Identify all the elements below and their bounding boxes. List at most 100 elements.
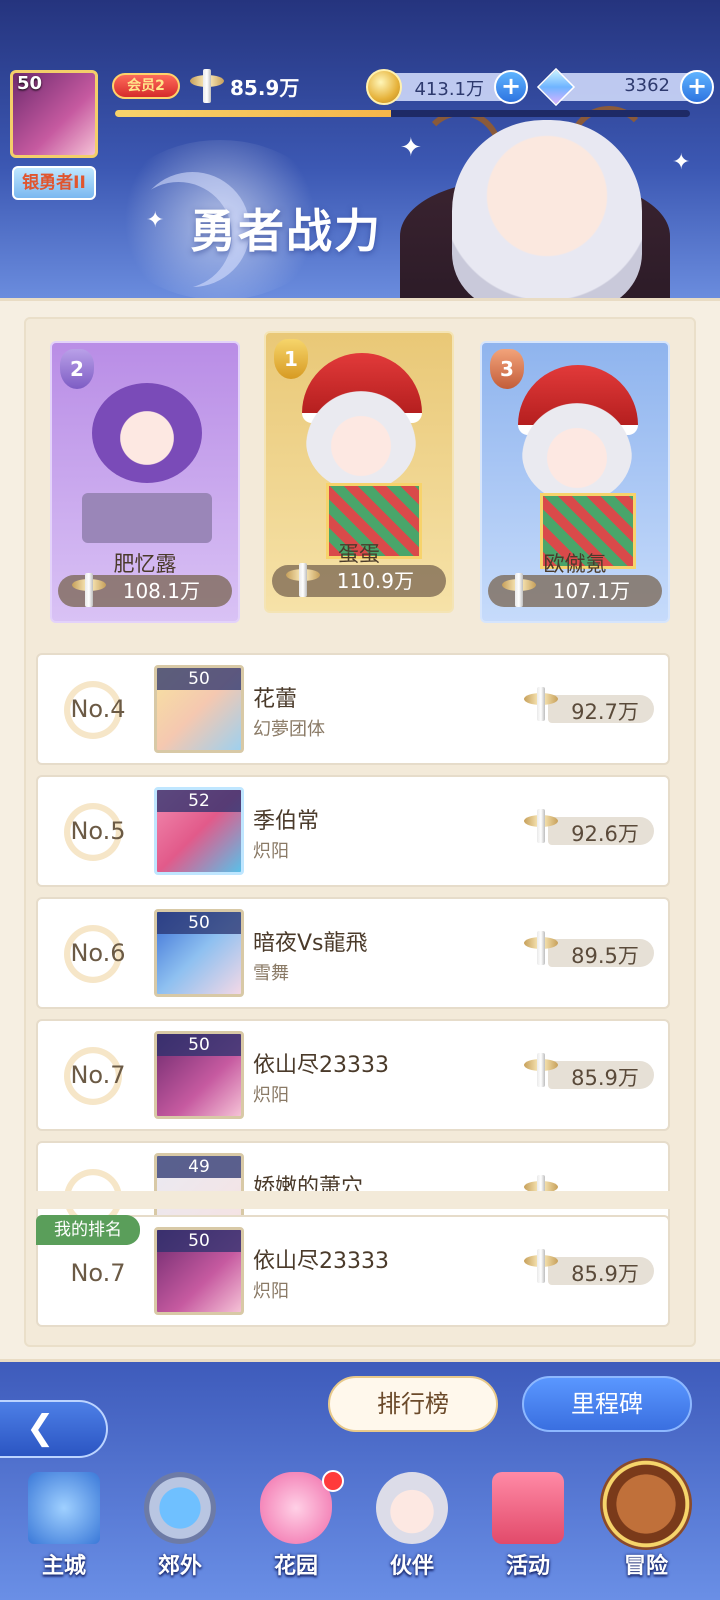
guild-name: 幻夢团体 bbox=[253, 719, 325, 740]
player-avatar[interactable]: 50 bbox=[154, 1031, 244, 1119]
player-power: 85.9万 bbox=[524, 1249, 654, 1286]
header-banner: ✦ ✦ ✦ 50 银勇者II 会员2 85.9万 413.1万 + 3362 +… bbox=[0, 0, 720, 305]
podium-power: 108.1万 bbox=[58, 573, 232, 607]
podium-rank-3[interactable]: 3 欧僦氪 107.1万 bbox=[480, 341, 670, 623]
player-power-value: 85.9万 bbox=[571, 1262, 639, 1286]
player-power-value: 92.7万 bbox=[571, 700, 639, 724]
player-avatar[interactable]: 50 bbox=[154, 665, 244, 753]
player-power: 92.7万 bbox=[524, 687, 654, 724]
gem-icon bbox=[536, 67, 576, 107]
player-name: 暗夜Vs龍飛 bbox=[253, 931, 368, 956]
player-name: 依山尽23333 bbox=[253, 1053, 389, 1078]
sword-power-icon bbox=[524, 809, 558, 843]
player-power-value: 89.5万 bbox=[571, 944, 639, 968]
rank-number: No.6 bbox=[70, 939, 126, 967]
sparkle-icon: ✦ bbox=[400, 133, 422, 163]
table-row[interactable]: No.7 50 依山尽23333 炽阳 85.9万 bbox=[36, 1019, 670, 1131]
castle-icon bbox=[28, 1472, 100, 1544]
sword-power-icon bbox=[286, 563, 320, 597]
avatar-level: 50 bbox=[157, 1034, 241, 1056]
character-art bbox=[452, 120, 642, 305]
bottom-nav: 主城 郊外 花园 伙伴 活动 冒险 bbox=[0, 1458, 720, 1600]
player-power: 92.6万 bbox=[524, 809, 654, 846]
gem-counter: 3362 + bbox=[536, 67, 714, 107]
nav-label: 冒险 bbox=[623, 1554, 668, 1579]
nav-label: 伙伴 bbox=[389, 1554, 434, 1579]
nav-label: 花园 bbox=[273, 1554, 318, 1579]
nav-item-events[interactable]: 活动 bbox=[472, 1458, 584, 1600]
sword-power-icon bbox=[524, 687, 558, 721]
my-rank-row[interactable]: 我的排名 No.7 50 依山尽23333 炽阳 85.9万 bbox=[36, 1215, 670, 1327]
page-title: 勇者战力 bbox=[190, 204, 382, 258]
sword-power-icon bbox=[524, 1053, 558, 1087]
vip-badge[interactable]: 会员2 bbox=[112, 73, 180, 99]
vip-progress-fill bbox=[115, 110, 391, 117]
sparkle-icon: ✦ bbox=[146, 208, 165, 233]
sword-power-icon bbox=[524, 931, 558, 965]
my-rank-tag: 我的排名 bbox=[36, 1215, 140, 1245]
rank-title-badge: 银勇者II bbox=[12, 166, 96, 200]
player-power: 85.9万 bbox=[190, 68, 299, 104]
sword-power-icon bbox=[190, 69, 224, 103]
coin-icon bbox=[366, 69, 402, 105]
player-power: 85.9万 bbox=[524, 1053, 654, 1090]
player-avatar[interactable]: 50 bbox=[154, 1227, 244, 1315]
player-name: 季伯常 bbox=[253, 809, 320, 834]
back-button[interactable]: ❮ bbox=[0, 1400, 108, 1458]
milestone-button[interactable]: 里程碑 bbox=[522, 1376, 692, 1432]
podium-rank-2[interactable]: 2 肥忆露 108.1万 bbox=[50, 341, 240, 623]
sword-power-icon bbox=[524, 1249, 558, 1283]
rank-number: No.4 bbox=[70, 695, 126, 723]
avatar-level: 50 bbox=[157, 1230, 241, 1252]
avatar-level: 50 bbox=[157, 668, 241, 690]
ranking-button[interactable]: 排行榜 bbox=[328, 1376, 498, 1432]
guild-name: 炽阳 bbox=[253, 1281, 289, 1302]
podium-power: 110.9万 bbox=[272, 563, 446, 597]
vip-progress-bar bbox=[115, 110, 690, 117]
nav-item-partners[interactable]: 伙伴 bbox=[356, 1458, 468, 1600]
guild-name: 雪舞 bbox=[253, 963, 289, 984]
rank-medal: 3 bbox=[490, 349, 524, 389]
nav-label: 郊外 bbox=[157, 1554, 202, 1579]
add-coins-button[interactable]: + bbox=[494, 70, 528, 104]
podium-character-art bbox=[92, 383, 202, 483]
table-row[interactable]: No.6 50 暗夜Vs龍飛 雪舞 89.5万 bbox=[36, 897, 670, 1009]
avatar-level: 50 bbox=[17, 73, 43, 94]
sword-power-icon bbox=[72, 573, 106, 607]
coin-counter: 413.1万 + bbox=[366, 69, 528, 105]
nav-item-outskirts[interactable]: 郊外 bbox=[124, 1458, 236, 1600]
portal-icon bbox=[144, 1472, 216, 1544]
table-row[interactable]: No.5 52 季伯常 炽阳 92.6万 bbox=[36, 775, 670, 887]
partner-icon bbox=[376, 1472, 448, 1544]
podium-power-value: 110.9万 bbox=[336, 569, 414, 593]
player-power: 89.5万 bbox=[524, 931, 654, 968]
nav-item-adventure[interactable]: 冒险 bbox=[590, 1458, 702, 1600]
player-name: 依山尽23333 bbox=[253, 1249, 389, 1274]
table-row[interactable]: No.4 50 花蕾 幻夢团体 92.7万 bbox=[36, 653, 670, 765]
nav-item-main-city[interactable]: 主城 bbox=[8, 1458, 120, 1600]
compass-icon bbox=[600, 1458, 692, 1550]
podium-rank-1[interactable]: 1 蛋蛋 110.9万 bbox=[264, 331, 454, 613]
podium-character-art bbox=[306, 391, 416, 491]
nav-label: 主城 bbox=[41, 1554, 86, 1579]
sword-power-icon bbox=[502, 573, 536, 607]
podium-power: 107.1万 bbox=[488, 573, 662, 607]
player-avatar[interactable]: 52 bbox=[154, 787, 244, 875]
guild-name: 炽阳 bbox=[253, 1085, 289, 1106]
rank-number: No.7 bbox=[70, 1259, 126, 1287]
player-power-value: 92.6万 bbox=[571, 822, 639, 846]
nav-item-garden[interactable]: 花园 bbox=[240, 1458, 352, 1600]
ranking-panel: 2 肥忆露 108.1万 1 蛋蛋 110.9万 3 欧僦氪 107.1万 No… bbox=[0, 298, 720, 1362]
rank-number: No.5 bbox=[70, 817, 126, 845]
add-gems-button[interactable]: + bbox=[680, 70, 714, 104]
podium-character-art bbox=[522, 403, 632, 503]
player-name: 花蕾 bbox=[253, 687, 298, 712]
player-avatar[interactable]: 50 bbox=[154, 909, 244, 997]
player-power-value: 85.9万 bbox=[230, 75, 300, 100]
podium-power-value: 107.1万 bbox=[552, 579, 630, 603]
avatar-level: 50 bbox=[157, 912, 241, 934]
podium-character-art bbox=[82, 493, 212, 543]
gift-icon bbox=[492, 1472, 564, 1544]
player-avatar[interactable]: 50 bbox=[10, 70, 98, 158]
nav-label: 活动 bbox=[505, 1554, 550, 1579]
